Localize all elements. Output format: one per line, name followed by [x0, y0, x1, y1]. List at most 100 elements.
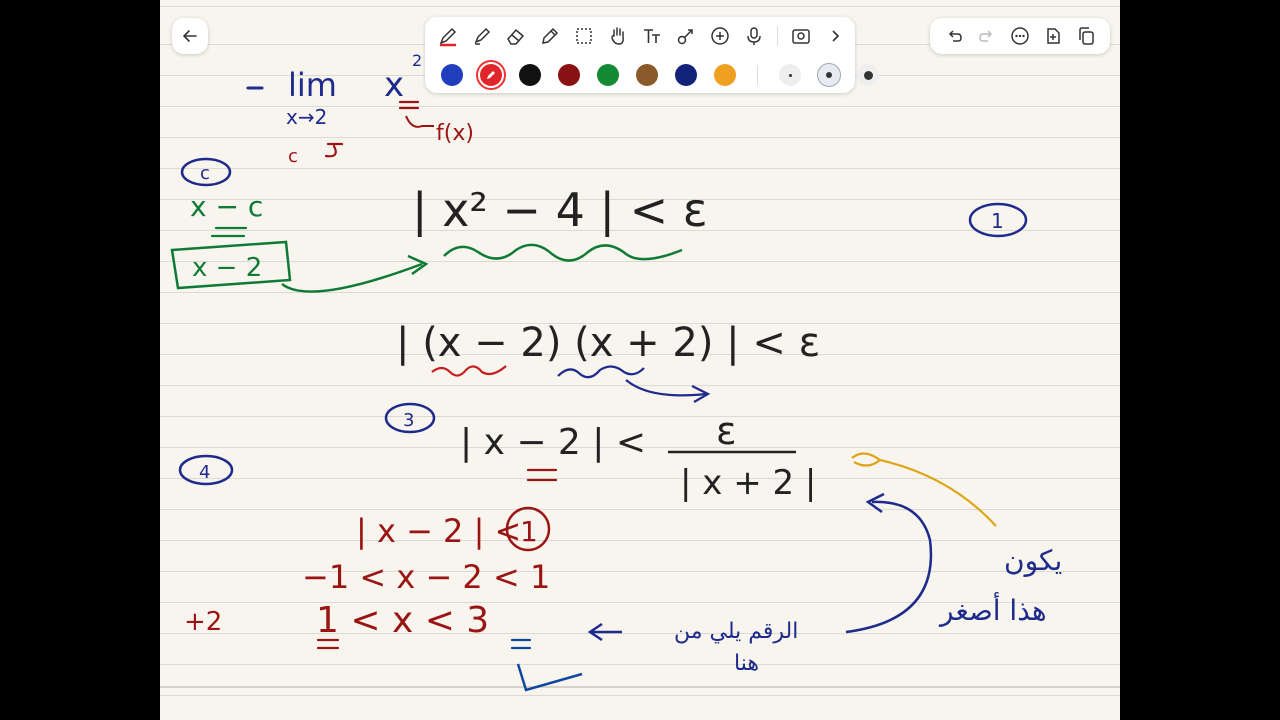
red-wave-under-x-minus-2: [431, 365, 507, 377]
arabic-text-4: هنا: [734, 651, 759, 676]
arabic-text-1: يكون: [1004, 544, 1062, 577]
notebook-page[interactable]: lim x→2 x 2 c f(x) c x − c x − 2 | x² − …: [160, 0, 1120, 720]
red-equals-step3: [526, 468, 558, 482]
shapes-icon: [677, 29, 693, 45]
selection-icon: [576, 28, 592, 44]
limit-exponent: 2: [412, 51, 422, 70]
step1-equation: | x² − 4 | < ε: [412, 183, 708, 238]
step3-lhs: | x − 2 | <: [460, 422, 646, 463]
limit-word: lim: [288, 66, 337, 104]
undo-icon: [949, 30, 963, 42]
chevron-right-icon: [832, 30, 840, 42]
eraser-icon: [507, 28, 525, 45]
color-swatch-7[interactable]: [675, 64, 697, 86]
circle-c-label: c: [200, 163, 210, 184]
color-swatch-4[interactable]: [558, 64, 580, 86]
microphone-icon: [747, 27, 761, 45]
stroke-width-dot: [788, 73, 792, 77]
blue-wave-under-x-plus-2: [557, 365, 645, 379]
pencil-tool[interactable]: [535, 23, 565, 49]
ineq2: −1 < x − 2 < 1: [302, 558, 550, 596]
arrow-to-fx: [405, 115, 434, 128]
highlighter-tool[interactable]: [467, 23, 497, 49]
text-icon: [644, 29, 660, 43]
left-arrow-from-text: [587, 622, 622, 642]
text-tool[interactable]: [637, 23, 667, 49]
arrow-left-icon: [182, 30, 197, 42]
color-swatch-1[interactable]: [441, 64, 463, 86]
photo-tool[interactable]: [786, 23, 816, 49]
circle-step4-label: 4: [199, 462, 210, 483]
lasso-select-tool[interactable]: [569, 23, 599, 49]
pen-tool[interactable]: [433, 23, 463, 49]
back-button[interactable]: [172, 18, 208, 54]
step3-numerator: ε: [716, 409, 737, 453]
gold-arrow-line: [879, 458, 997, 527]
curved-arrow-to-denominator: [845, 500, 933, 634]
page-actions: [930, 18, 1110, 54]
step2-equation: | (x − 2) (x + 2) | < ε: [396, 320, 820, 366]
gold-arrow-head: [851, 452, 882, 467]
color-swatch-8[interactable]: [714, 64, 736, 86]
boxed-x-minus-2: x − 2: [192, 253, 262, 283]
pencil-icon: [487, 71, 495, 79]
eraser-tool[interactable]: [501, 23, 531, 49]
hand-tool[interactable]: [603, 23, 633, 49]
blue-equals-under-3: [510, 638, 532, 650]
fx-label: f(x): [436, 121, 474, 146]
ineq1-lhs: | x − 2 | <: [356, 512, 521, 550]
undo-button[interactable]: [940, 22, 968, 50]
stroke-width-dot: [863, 70, 873, 80]
highlighter-icon: [474, 27, 491, 45]
plus-circle-icon: [711, 27, 729, 45]
pencil-icon: [542, 27, 559, 44]
stroke-width-dot: [826, 72, 832, 78]
color-palette: [441, 60, 879, 90]
copy-page-button[interactable]: [1072, 22, 1100, 50]
dot-jim-mark: [324, 142, 344, 158]
shape-tool[interactable]: [671, 23, 701, 49]
color-swatch-5[interactable]: [597, 64, 619, 86]
equals-under-1: [316, 638, 340, 650]
arabic-text-3: الرقم يلي من: [674, 619, 798, 644]
handwriting-layer: lim x→2 x 2 c f(x) c x − c x − 2 | x² − …: [170, 51, 1062, 692]
pen-icon: [439, 27, 457, 47]
c-label: c: [288, 146, 298, 167]
circle-step1-label: 1: [991, 209, 1004, 233]
limit-subscript: x→2: [286, 105, 327, 129]
add-page-icon: [1047, 28, 1060, 44]
more-options-button[interactable]: [1006, 22, 1034, 50]
more-tools-button[interactable]: [820, 23, 850, 49]
ineq3: 1 < x < 3: [316, 600, 489, 641]
limit-expression: x: [384, 65, 404, 105]
toolbar-divider: [777, 26, 778, 46]
photo-icon: [792, 29, 810, 44]
stroke-width-thin[interactable]: [779, 64, 801, 86]
arabic-text-2: هذا أصغر: [938, 591, 1047, 627]
plus-two: +2: [184, 607, 222, 637]
equals-mark: [398, 100, 420, 110]
stroke-width-medium[interactable]: [817, 63, 841, 87]
stroke-width-thick[interactable]: [857, 64, 879, 86]
add-page-button[interactable]: [1039, 22, 1067, 50]
circle-step3-label: 3: [403, 410, 414, 431]
hand-icon: [611, 27, 624, 45]
step3-denominator: | x + 2 |: [680, 463, 816, 503]
drawing-toolbar: [425, 17, 879, 93]
color-swatch-3[interactable]: [519, 64, 541, 86]
blue-checkmark: [516, 663, 583, 692]
copy-icon: [1078, 27, 1094, 45]
color-swatch-6[interactable]: [636, 64, 658, 86]
color-swatch-2[interactable]: [476, 60, 506, 90]
redo-icon: [979, 30, 993, 42]
green-equals: [210, 226, 248, 238]
microphone-tool[interactable]: [739, 23, 769, 49]
circled-one-label: 1: [520, 515, 538, 548]
ellipsis-circle-icon: [1011, 27, 1029, 45]
add-tool[interactable]: [705, 23, 735, 49]
palette-divider: [757, 65, 758, 85]
redo-button[interactable]: [973, 22, 1001, 50]
x-minus-c: x − c: [190, 190, 263, 223]
green-arrow-line: [281, 262, 423, 293]
green-underline-wave: [443, 243, 683, 262]
